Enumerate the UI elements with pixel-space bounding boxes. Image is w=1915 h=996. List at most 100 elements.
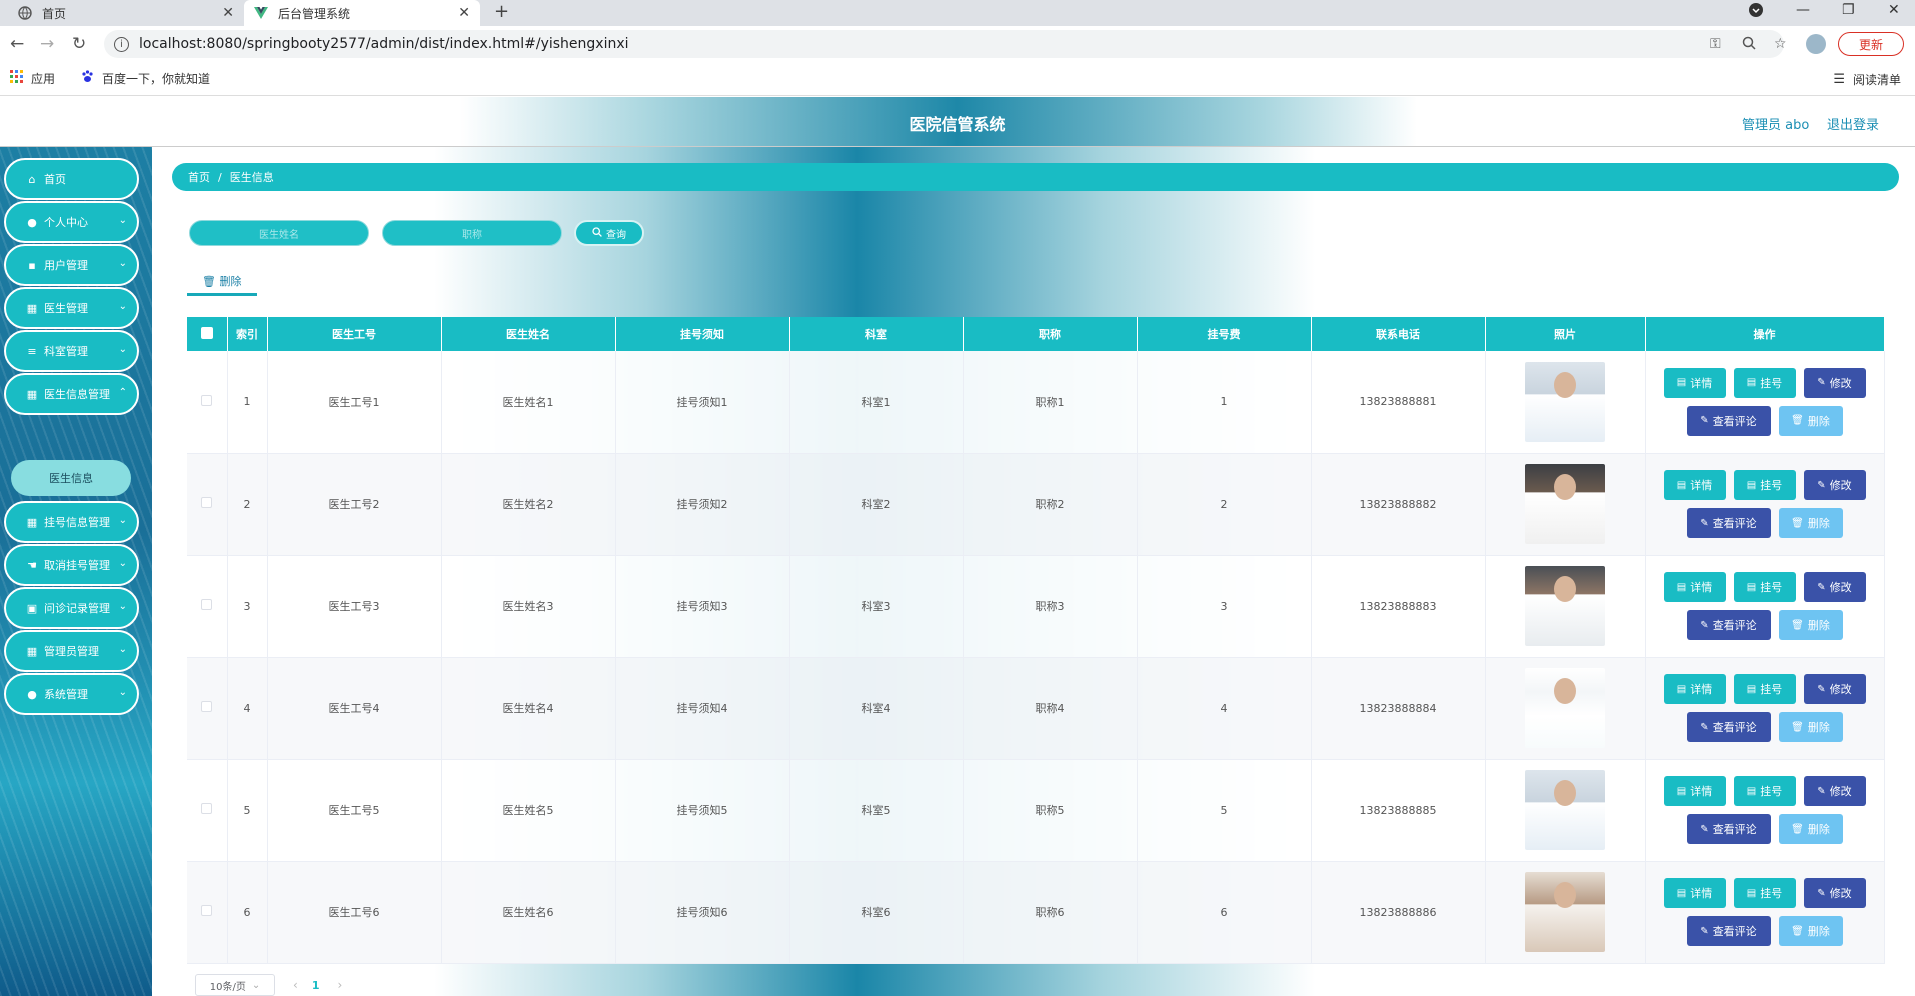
next-page-icon[interactable]: ›: [337, 978, 342, 992]
reload-icon[interactable]: ↻: [72, 34, 86, 54]
info-icon[interactable]: i: [114, 36, 129, 52]
update-button[interactable]: 更新: [1838, 32, 1904, 56]
new-tab-icon[interactable]: +: [494, 1, 509, 22]
select-all-checkbox[interactable]: [187, 317, 228, 351]
row-index: 4: [227, 657, 268, 760]
register-button[interactable]: ▤ 挂号: [1733, 674, 1796, 704]
edit-button[interactable]: ✎ 修改: [1803, 776, 1866, 806]
title-search-input[interactable]: 职称: [382, 220, 562, 246]
delete-button[interactable]: 🗑 删除: [1778, 610, 1843, 640]
sidebar-item-system[interactable]: ● 系统管理 ⌄: [4, 673, 139, 715]
view-comments-button[interactable]: ✎ 查看评论: [1686, 916, 1771, 946]
edit-button[interactable]: ✎ 修改: [1803, 674, 1866, 704]
key-icon[interactable]: ⚿: [1710, 36, 1721, 52]
app-title: 医院信管系统: [909, 115, 1006, 134]
star-icon[interactable]: ☆: [1774, 36, 1787, 52]
sidebar-item-label: 医生管理: [44, 302, 88, 315]
chevron-down-icon: ⌄: [118, 258, 127, 269]
sidebar-item-departments[interactable]: ≡ 科室管理 ⌄: [4, 330, 139, 372]
row-checkbox[interactable]: [201, 905, 213, 916]
view-comments-button[interactable]: ✎ 查看评论: [1686, 508, 1771, 538]
column-header: 索引: [227, 317, 268, 351]
title-cell: 职称3: [963, 555, 1138, 658]
sidebar-item-consultations[interactable]: ▣ 问诊记录管理 ⌄: [4, 587, 139, 629]
delete-button[interactable]: 🗑 删除: [1778, 916, 1843, 946]
edit-button[interactable]: ✎ 修改: [1803, 470, 1866, 500]
sidebar-item-users[interactable]: ▪ 用户管理 ⌄: [4, 244, 139, 286]
notice-cell: 挂号须知3: [615, 555, 790, 658]
sidebar-item-registrations[interactable]: ▦ 挂号信息管理 ⌄: [4, 501, 139, 543]
breadcrumb-home[interactable]: 首页: [188, 169, 210, 185]
row-checkbox[interactable]: [201, 599, 213, 610]
row-checkbox[interactable]: [201, 701, 213, 712]
sidebar-item-profile[interactable]: ● 个人中心 ⌄: [4, 201, 139, 243]
row-checkbox[interactable]: [201, 497, 213, 508]
bookmark-apps[interactable]: 应用: [10, 70, 55, 87]
column-header: 挂号费: [1137, 317, 1312, 351]
detail-button[interactable]: ▤ 详情: [1663, 674, 1726, 704]
sidebar-item-admins[interactable]: ▦ 管理员管理 ⌄: [4, 630, 139, 672]
sidebar-item-doctors[interactable]: ▦ 医生管理 ⌄: [4, 287, 139, 329]
logout-link[interactable]: 退出登录: [1827, 114, 1879, 133]
url-field[interactable]: i localhost:8080/springbooty2577/admin/d…: [104, 30, 1784, 58]
delete-button[interactable]: 🗑 删除: [1778, 712, 1843, 742]
detail-button[interactable]: ▤ 详情: [1663, 470, 1726, 500]
detail-button[interactable]: ▤ 详情: [1663, 878, 1726, 908]
delete-button[interactable]: 🗑 删除: [1778, 508, 1843, 538]
main-content: 首页 / 医生信息 医生姓名 职称 查询 🗑 删除 索引 医生工号 医生姓名 挂…: [152, 147, 1915, 996]
view-comments-button[interactable]: ✎ 查看评论: [1686, 405, 1771, 436]
detail-button-label: 详情: [1690, 376, 1713, 390]
register-button[interactable]: ▤ 挂号: [1733, 367, 1796, 398]
detail-button[interactable]: ▤ 详情: [1663, 776, 1726, 806]
doctor-name-cell: 医生姓名4: [441, 657, 616, 760]
browser-tab-home[interactable]: 首页 ✕: [8, 0, 244, 26]
row-checkbox[interactable]: [201, 394, 213, 406]
chevron-down-icon: ⌄: [118, 644, 127, 655]
close-window-icon[interactable]: ✕: [1888, 2, 1900, 18]
batch-delete-button[interactable]: 🗑 删除: [202, 273, 241, 289]
document-icon: ▤: [1746, 887, 1757, 899]
search-button[interactable]: 查询: [574, 220, 644, 246]
register-button[interactable]: ▤ 挂号: [1733, 776, 1796, 806]
back-icon[interactable]: ←: [10, 34, 24, 54]
sidebar-item-cancellations[interactable]: ☚ 取消挂号管理 ⌄: [4, 544, 139, 586]
edit-button[interactable]: ✎ 修改: [1803, 878, 1866, 908]
delete-button[interactable]: 🗑 删除: [1778, 814, 1843, 844]
current-user-label[interactable]: 管理员 abo: [1742, 114, 1809, 133]
register-button[interactable]: ▤ 挂号: [1733, 572, 1796, 602]
delete-button[interactable]: 🗑 删除: [1778, 405, 1843, 436]
minimize-icon[interactable]: —: [1796, 2, 1810, 18]
sidebar-subitem-doctor-info[interactable]: 医生信息: [11, 460, 131, 496]
edit-button[interactable]: ✎ 修改: [1803, 367, 1866, 398]
restore-icon[interactable]: ❐: [1842, 2, 1855, 18]
detail-button[interactable]: ▤ 详情: [1663, 367, 1726, 398]
doctor-name-search-input[interactable]: 医生姓名: [189, 220, 369, 246]
close-icon[interactable]: ✕: [458, 5, 470, 21]
register-button[interactable]: ▤ 挂号: [1733, 470, 1796, 500]
sidebar-item-home[interactable]: ⌂ 首页: [4, 158, 139, 200]
avatar[interactable]: [1806, 34, 1826, 54]
close-icon[interactable]: ✕: [222, 5, 234, 21]
register-button[interactable]: ▤ 挂号: [1733, 878, 1796, 908]
view-comments-button[interactable]: ✎ 查看评论: [1686, 610, 1771, 640]
reading-list[interactable]: ☰ 阅读清单: [1833, 71, 1901, 88]
browser-tab-admin[interactable]: 后台管理系统 ✕: [244, 0, 480, 26]
page-number-current[interactable]: 1: [312, 979, 320, 992]
edit-button[interactable]: ✎ 修改: [1803, 572, 1866, 602]
view-comments-button[interactable]: ✎ 查看评论: [1686, 814, 1771, 844]
column-header: 科室: [789, 317, 964, 351]
detail-button-label: 详情: [1690, 581, 1713, 594]
profile-dropdown-icon[interactable]: [1748, 2, 1764, 22]
view-comments-button[interactable]: ✎ 查看评论: [1686, 712, 1771, 742]
forward-icon[interactable]: →: [40, 34, 54, 54]
sidebar-item-doctor-info[interactable]: ▦ 医生信息管理 ⌃: [4, 373, 139, 415]
bookmark-baidu[interactable]: 百度一下，你就知道: [81, 70, 210, 87]
address-bar-row: ← → ↻ i localhost:8080/springbooty2577/a…: [0, 26, 1915, 62]
detail-button[interactable]: ▤ 详情: [1663, 572, 1726, 602]
prev-page-icon[interactable]: ‹: [293, 978, 298, 992]
photo-cell: [1485, 351, 1646, 454]
page-size-select[interactable]: 10条/页 ⌄: [195, 974, 275, 996]
row-checkbox[interactable]: [201, 803, 213, 814]
zoom-icon[interactable]: [1742, 36, 1756, 54]
row-checkbox-cell: [187, 759, 228, 862]
